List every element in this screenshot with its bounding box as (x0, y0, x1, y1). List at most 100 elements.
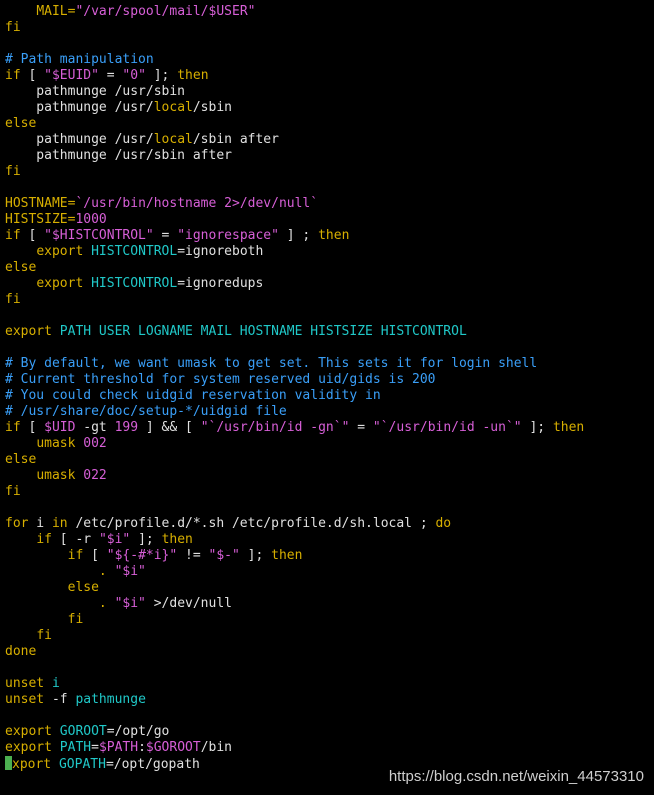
code-token: export (5, 324, 52, 339)
code-token: export (5, 724, 52, 739)
code-line: MAIL="/var/spool/mail/$USER" (5, 4, 584, 20)
code-token: # Path manipulation (5, 52, 154, 67)
code-token: ]; (130, 532, 162, 547)
code-line: fi (5, 612, 584, 628)
code-line: pathmunge /usr/local/sbin after (5, 132, 584, 148)
code-token: fi (5, 20, 21, 35)
code-line: . "$i" (5, 564, 584, 580)
code-line: # By default, we want umask to get set. … (5, 356, 584, 372)
code-token: then (177, 68, 209, 83)
code-token: PATH USER LOGNAME MAIL HOSTNAME HISTSIZE… (51, 324, 467, 339)
code-token: pathmunge /usr/ (5, 132, 154, 147)
code-token: for (5, 516, 29, 531)
code-line: if [ -r "$i" ]; then (5, 532, 584, 548)
terminal-window[interactable]: MAIL="/var/spool/mail/$USER" fi # Path man… (0, 0, 654, 795)
code-token: "/var/spool/mail/$USER" (75, 4, 256, 19)
code-line: pathmunge /usr/local/sbin (5, 100, 584, 116)
code-token: " (91, 68, 99, 83)
code-token: "ignorespace" (177, 228, 279, 243)
code-token: i (28, 516, 52, 531)
code-token: if (5, 68, 21, 83)
code-token: ]; (521, 420, 553, 435)
code-token: if (36, 532, 52, 547)
code-token: [ (20, 68, 45, 83)
code-token: umask (36, 436, 76, 451)
code-token: if (67, 548, 84, 563)
code-token: $UID (44, 420, 76, 435)
code-token: "`/usr/bin/id -un`" (372, 420, 522, 435)
code-line: done (5, 644, 584, 660)
code-token: /bin (200, 740, 233, 755)
code-token: # By default, we want umask to get set. … (5, 356, 538, 371)
code-token: 199 (114, 420, 139, 435)
code-token: MAIL= (36, 4, 76, 19)
code-token: then (552, 420, 585, 435)
code-line: export PATH=$PATH:$GOROOT/bin (5, 740, 584, 756)
code-token: = (153, 228, 178, 243)
code-token: unset (5, 692, 45, 707)
code-token: export (5, 740, 52, 755)
code-token: . (98, 596, 107, 611)
code-token: then (161, 532, 193, 547)
code-token: pathmunge /usr/ (5, 100, 154, 115)
code-line: unset -f pathmunge (5, 692, 584, 708)
code-token: 002 (83, 436, 107, 451)
code-token: # Current threshold for system reserved … (5, 372, 436, 387)
code-token: "$-" (208, 548, 240, 563)
code-line: for i in /etc/profile.d/*.sh /etc/profil… (5, 516, 584, 532)
code-token: /sbin (192, 100, 232, 115)
code-token: [ (83, 548, 107, 563)
code-line: pathmunge /usr/sbin after (5, 148, 584, 164)
code-token: =/opt/go (106, 724, 170, 739)
code-token: = (349, 420, 373, 435)
code-token: . (98, 564, 107, 579)
code-token: if (5, 228, 21, 243)
code-token: $GOROOT (145, 740, 201, 755)
code-token: unset (5, 676, 45, 691)
code-token: GOROOT (51, 724, 107, 739)
code-token: ]; (239, 548, 272, 563)
code-token: $PATH (98, 740, 139, 755)
code-line: export HISTCONTROL=ignoreboth (5, 244, 584, 260)
code-token: " (145, 228, 154, 243)
watermark-text: https://blog.csdn.net/weixin_44573310 (388, 768, 644, 785)
code-token: /sbin after (192, 132, 279, 147)
code-token: : (138, 740, 146, 755)
code-token: HISTSIZE= (5, 212, 76, 227)
code-token: GOPATH (51, 757, 106, 772)
code-token: 1000 (75, 212, 107, 227)
code-token: 022 (83, 468, 107, 483)
code-token: i (44, 676, 60, 691)
code-line: # Path manipulation (5, 52, 584, 68)
code-token: else (5, 452, 37, 467)
code-token: "$i" (114, 564, 146, 579)
code-line: umask 002 (5, 436, 584, 452)
code-line: fi (5, 628, 584, 644)
code-token: in (51, 516, 68, 531)
code-line: if [ $UID -gt 199 ] && [ "`/usr/bin/id -… (5, 420, 584, 436)
code-line: fi (5, 164, 584, 180)
code-line: # Current threshold for system reserved … (5, 372, 584, 388)
code-token: [ (20, 228, 45, 243)
code-token: =ignoredups (177, 276, 264, 291)
code-editor[interactable]: MAIL="/var/spool/mail/$USER" fi # Path man… (5, 4, 584, 772)
code-token: [ (20, 420, 45, 435)
code-line: unset i (5, 676, 584, 692)
code-token: done (5, 644, 37, 659)
code-token: [ -r (51, 532, 99, 547)
code-token: " (44, 68, 52, 83)
